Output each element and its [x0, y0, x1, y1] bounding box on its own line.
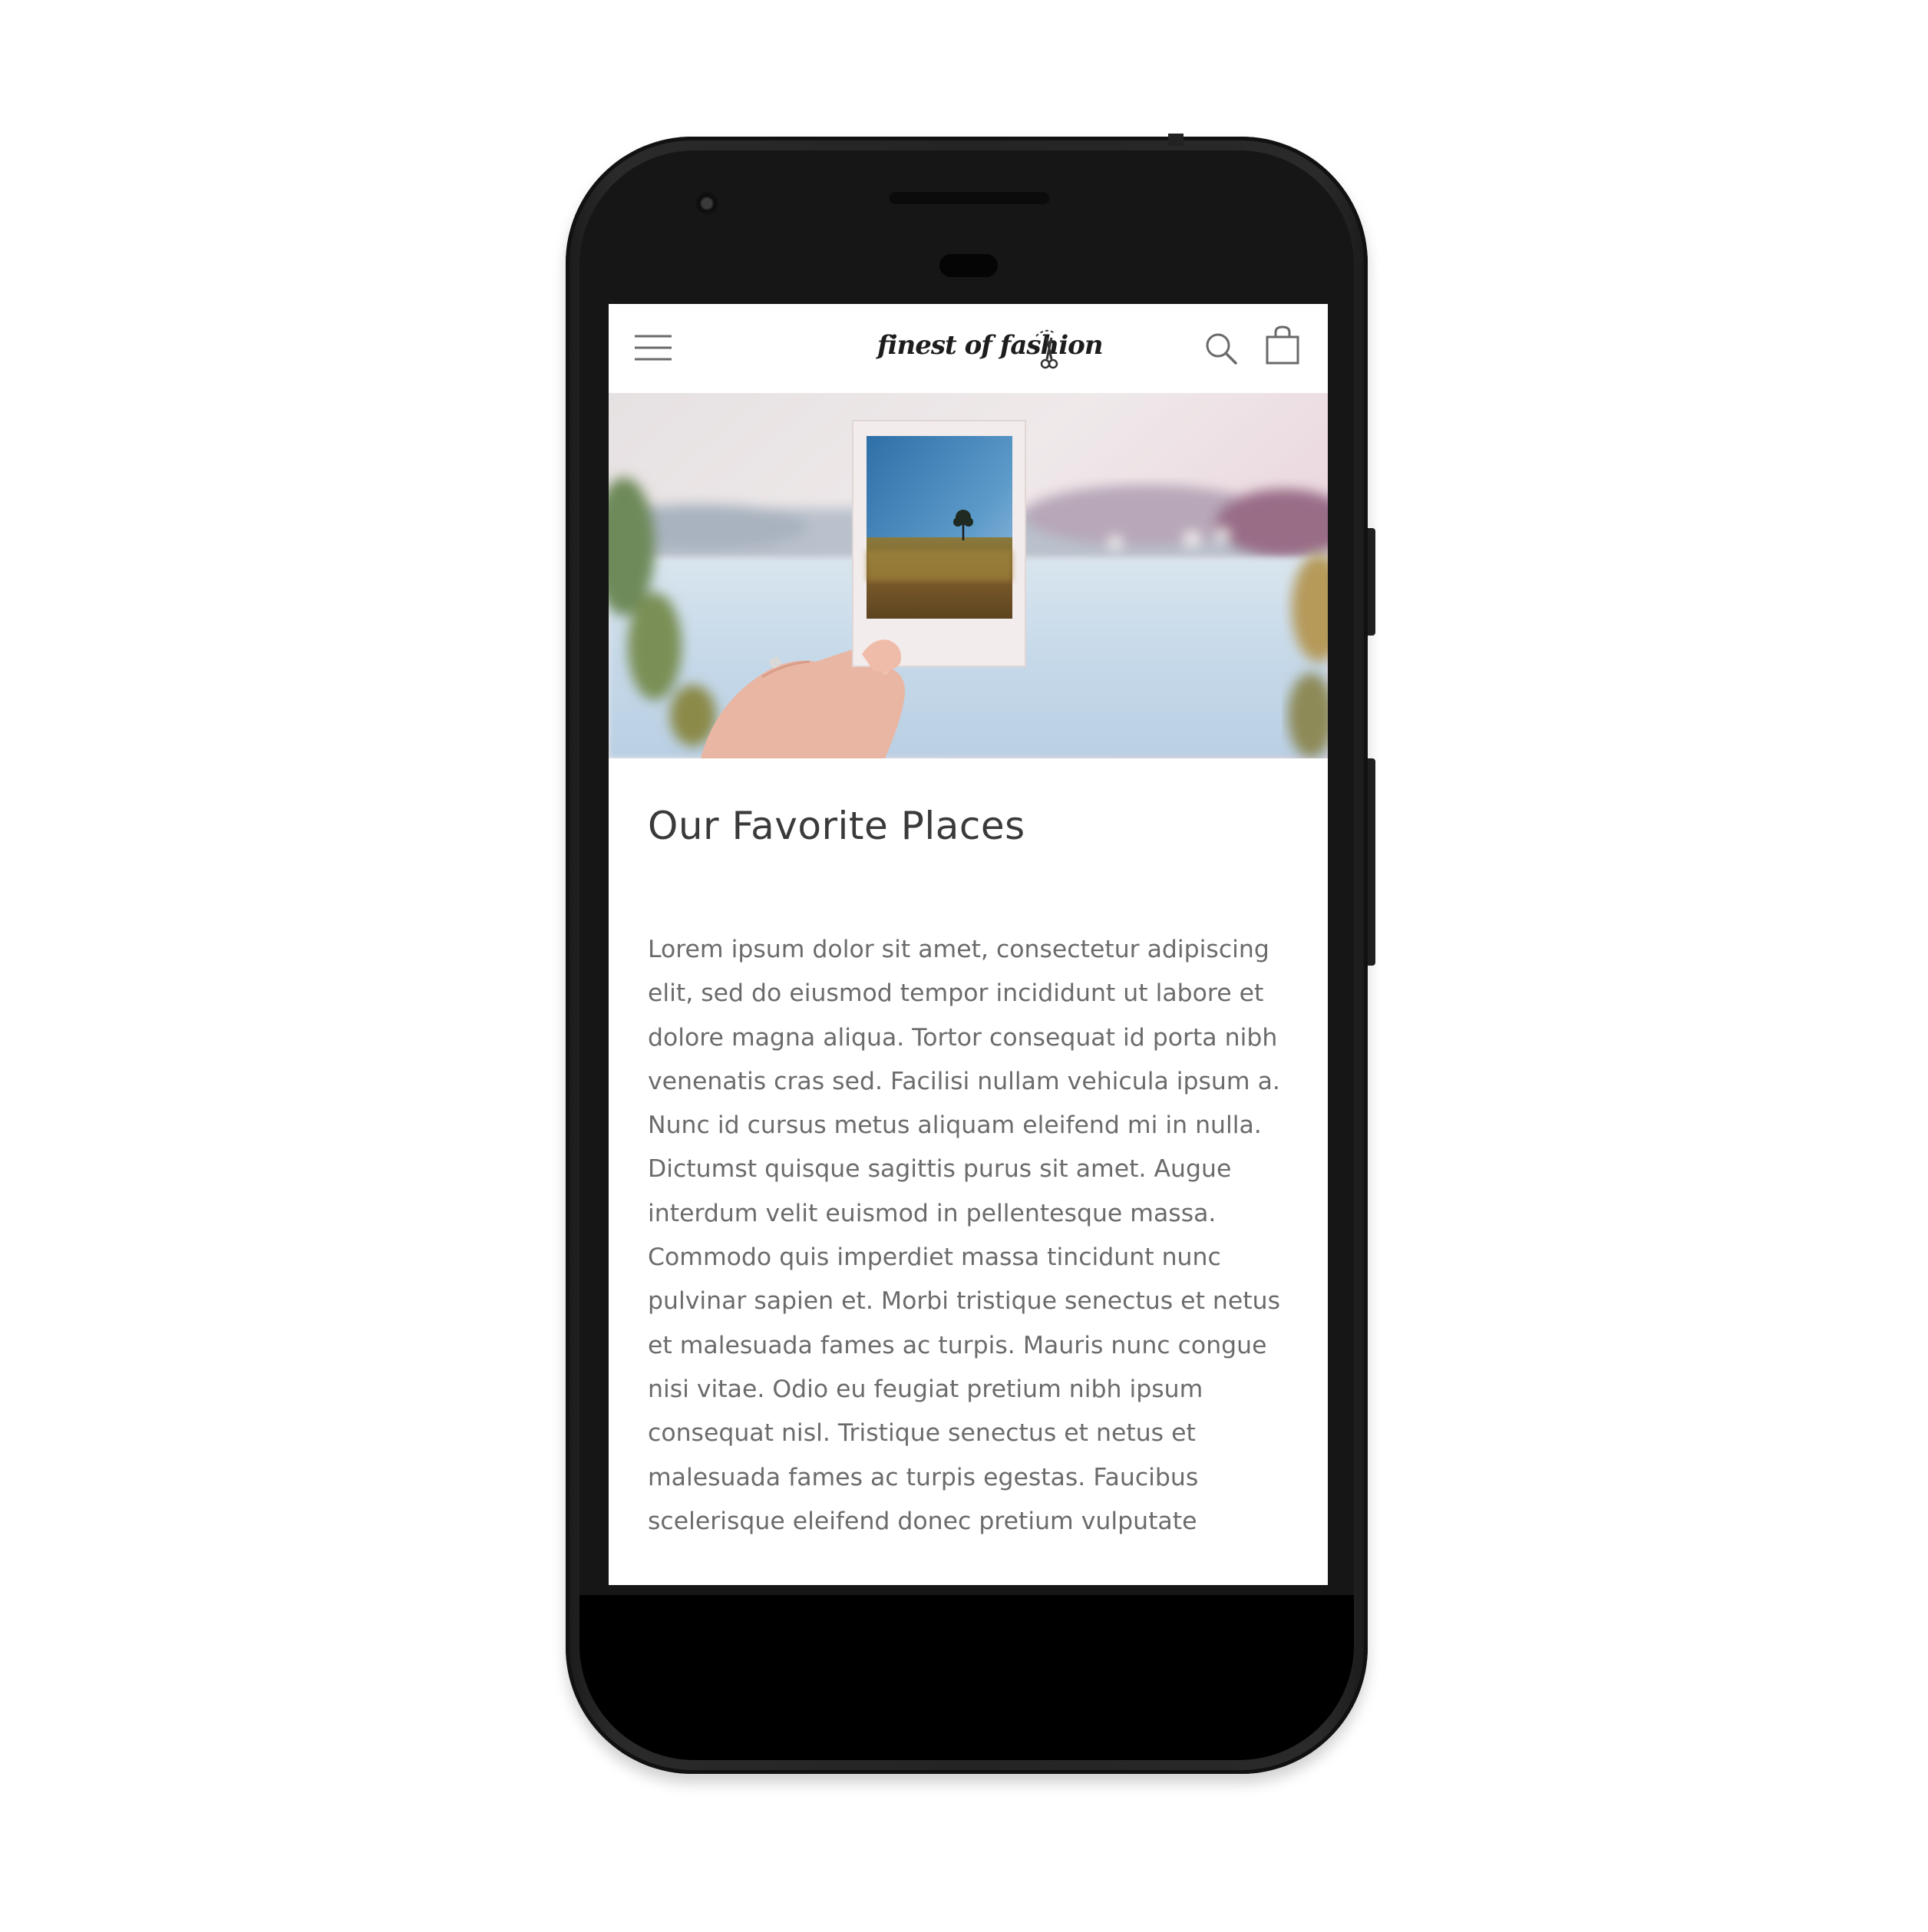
search-icon[interactable]	[1204, 332, 1238, 365]
hero-image	[609, 393, 1328, 758]
article-title: Our Favorite Places	[648, 804, 1025, 848]
power-button	[1368, 528, 1375, 636]
earpiece-speaker	[889, 190, 1050, 204]
article-body: Lorem ipsum dolor sit amet, consectetur …	[648, 936, 1280, 1535]
article-content: Our Favorite Places Lorem ipsum dolor si…	[648, 803, 1300, 1544]
mockup-stage: finest of fashion Our Favorite Places Lo…	[0, 0, 1928, 1932]
phone-screen: finest of fashion Our Favorite Places Lo…	[609, 304, 1328, 1585]
volume-button	[1368, 758, 1375, 966]
front-camera	[695, 192, 718, 215]
logo-wordmark: finest of fashion	[877, 330, 1104, 361]
scissors-icon	[1035, 329, 1058, 369]
shopping-bag-icon[interactable]	[1265, 325, 1300, 365]
site-logo[interactable]: finest of fashion	[877, 325, 1104, 373]
proximity-sensor	[939, 254, 998, 277]
site-header: finest of fashion	[609, 304, 1328, 393]
top-edge-notch	[1168, 134, 1184, 146]
phone-bottom-bezel	[579, 1595, 1354, 1760]
hamburger-menu-icon[interactable]	[635, 333, 672, 362]
